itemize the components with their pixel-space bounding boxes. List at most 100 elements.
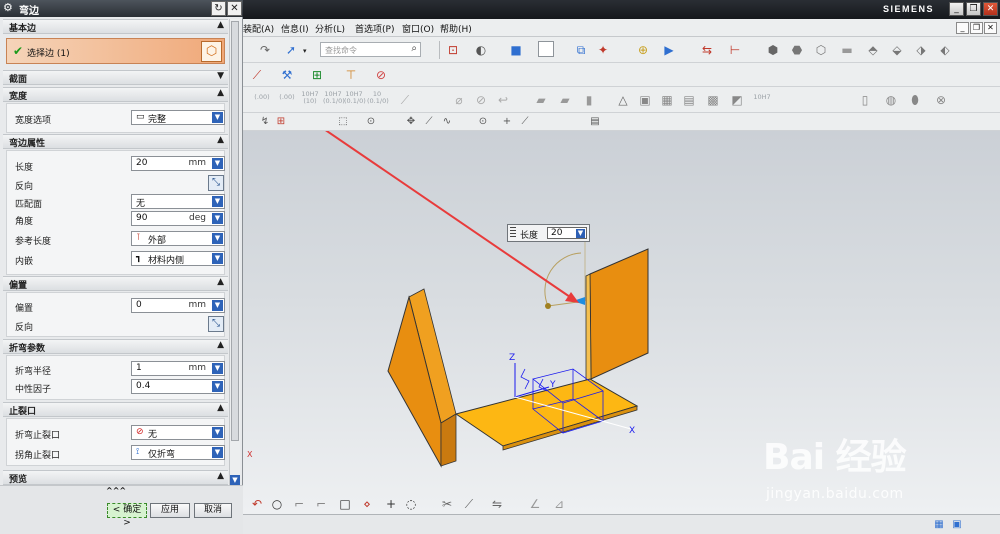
offset-field[interactable]: 0 mm ▼ [131,298,225,313]
frame-icon-3[interactable]: ▤ [681,92,697,108]
expand-down-icon[interactable]: ▼ [217,71,224,81]
background-box-icon[interactable] [538,41,554,57]
chevron-down-icon[interactable]: ▼ [212,363,223,374]
collapse-up-icon[interactable]: ▲ [217,277,224,287]
angle-field[interactable]: 90 deg ▼ [131,211,225,226]
layer-icon[interactable]: ▤ [587,114,603,130]
drag-grip-icon[interactable] [510,227,516,239]
dim-icon-5[interactable]: 10H7 (0.1/0) [344,91,366,105]
gear-icon[interactable]: ⚙ [3,1,13,14]
restore-button[interactable]: ❐ [966,2,981,16]
bolt-icon[interactable]: ⬮ [907,92,923,108]
collapse-up-icon[interactable]: ▲ [217,471,224,481]
diameter-icon[interactable]: ⌀ [451,92,467,108]
dim-icon-2[interactable]: (.00) [277,94,297,101]
section-preview[interactable]: 预览 ▲ [3,470,228,485]
view-icon[interactable]: ⊙ [363,114,379,130]
status-icon-1[interactable]: ▦ [931,517,947,533]
slash-icon[interactable]: ⟋ [517,114,533,130]
extend-tool-icon[interactable]: ⟋ [461,496,477,512]
dim-icon-7[interactable]: 10H7 [752,94,772,101]
tab-icon[interactable]: ⚒ [279,67,295,83]
more-options-toggle[interactable]: ^^^ [106,486,126,495]
collapse-up-icon[interactable]: ▲ [217,20,224,30]
chevron-down-icon[interactable]: ▼ [212,447,223,458]
shaded-cube-icon[interactable]: ■ [508,42,524,58]
scroll-down-icon[interactable]: ▼ [230,475,240,485]
filter-icon[interactable]: ↯ [257,114,273,130]
point-tool-icon[interactable]: + [383,496,399,512]
chevron-down-icon[interactable]: ▼ [212,196,223,207]
search-icon[interactable]: ⌕ [411,43,417,54]
chevron-down-icon[interactable]: ▼ [576,229,585,238]
frame-icon-1[interactable]: ▣ [637,92,653,108]
chamfer-tool-icon[interactable]: ⌐ [313,496,329,512]
close-button[interactable]: ✕ [983,2,998,16]
width-option-select[interactable]: ▭ 完整 ▼ [131,110,225,125]
ref-length-select[interactable]: ⊺ 外部 ▼ [131,231,225,246]
contour-flange-icon[interactable]: ⊤ [343,67,359,83]
explode-icon[interactable]: ⬗ [913,42,929,58]
triangle-icon[interactable]: △ [615,92,631,108]
redo-icon[interactable]: ↷ [257,42,273,58]
chevron-down-icon[interactable]: ▼ [212,253,223,264]
ok-button[interactable]: < 确定 > [107,503,147,528]
move-point-icon[interactable]: ✥ [403,114,419,130]
chevron-down-icon[interactable]: ▼ [212,213,223,224]
angle-handle-dot[interactable] [545,303,551,309]
neutral-factor-field[interactable]: 0.4 ▼ [131,379,225,394]
chevron-down-icon[interactable]: ▼ [212,112,223,123]
command-search-input[interactable]: 查找命令 ⌕ [320,42,421,57]
length-field[interactable]: 20 mm ▼ [131,156,225,171]
assembly-icon[interactable]: ⬢ [765,42,781,58]
chevron-down-icon[interactable]: ▼ [212,300,223,311]
orient-view-icon[interactable]: ◐ [473,42,489,58]
dim-icon-3[interactable]: 10H7 (10) [300,91,320,105]
section-width[interactable]: 宽度 ▲ [3,87,228,102]
arc-tool-icon[interactable]: ↶ [249,496,265,512]
select-arrow-icon[interactable]: ➚ [283,42,299,58]
menu-info[interactable]: 信息(I) [281,22,309,35]
reverse-direction-icon[interactable]: ⤡ [208,175,224,191]
section-profile[interactable]: 截面 ▼ [3,70,228,85]
collapse-up-icon[interactable]: ▲ [217,135,224,145]
chevron-down-icon[interactable]: ▼ [212,381,223,392]
sequence-icon[interactable]: ⬖ [937,42,953,58]
bend-relief-select[interactable]: ⊘ 无 ▼ [131,425,225,440]
mdi-restore-button[interactable]: ❐ [970,22,983,34]
section-offset[interactable]: 偏置 ▲ [3,276,228,291]
drum-icon[interactable]: ◍ [883,92,899,108]
angle-icon[interactable]: ⟋ [397,92,413,108]
popup-length-field[interactable]: 20 ▼ [547,227,587,239]
mirror-tool-icon[interactable]: ⇋ [489,496,505,512]
bend-radius-field[interactable]: 1 mm ▼ [131,361,225,376]
block-icon-2[interactable]: ▰ [557,92,573,108]
section-bend-params[interactable]: 折弯参数 ▲ [3,339,228,354]
measure-icon[interactable]: ⇆ [699,42,715,58]
dialog-scrollbar[interactable]: ▼ [229,19,240,485]
dimension-tool-icon[interactable]: ⊿ [551,496,567,512]
cylinder-icon[interactable]: ▯ [857,92,873,108]
flange-icon[interactable]: ⊞ [309,67,325,83]
plus-icon[interactable]: + [499,114,515,130]
replace-icon[interactable]: ⬙ [889,42,905,58]
snap-point-icon[interactable]: ⊞ [273,114,289,130]
apply-button[interactable]: 应用 [150,503,190,518]
circle-tool-icon[interactable]: ○ [269,496,285,512]
dim-icon-6[interactable]: 10 (0.1/0) [367,91,389,105]
curve-icon[interactable]: ∿ [439,114,455,130]
cancel-button[interactable]: 取消 [194,503,232,518]
dropdown-icon[interactable]: ▾ [303,47,307,55]
dim-icon-4[interactable]: 10H7 (0.1/0) [323,91,345,105]
constraint-icon[interactable]: ⬡ [813,42,829,58]
status-icon-2[interactable]: ▣ [949,517,965,533]
polygon-tool-icon[interactable]: ⋄ [359,496,375,512]
component-icon[interactable]: ⬣ [789,42,805,58]
trim-tool-icon[interactable]: ✂ [439,496,455,512]
chevron-down-icon[interactable]: ▼ [212,233,223,244]
fillet-tool-icon[interactable]: ⌐ [291,496,307,512]
frame-icon-4[interactable]: ▩ [705,92,721,108]
corner-relief-select[interactable]: ⟟ 仅折弯 ▼ [131,445,225,460]
frame-icon-5[interactable]: ◩ [729,92,745,108]
minimize-button[interactable]: _ [949,2,964,16]
